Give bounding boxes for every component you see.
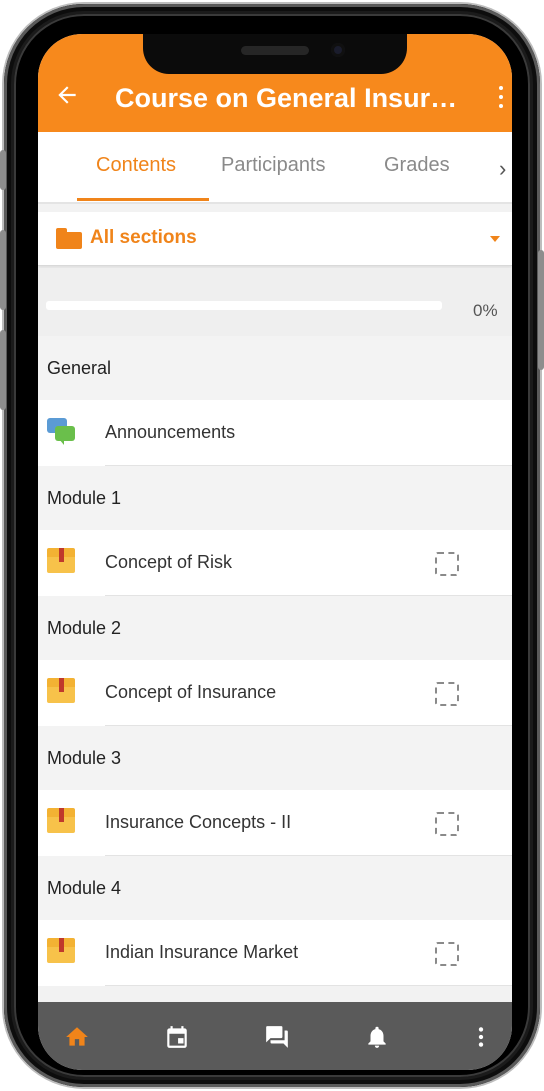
tab-grades[interactable]: Grades [384,154,450,177]
calendar-icon[interactable] [164,1024,190,1050]
more-vertical-icon[interactable] [496,86,506,112]
activity-label: Concept of Risk [105,552,233,572]
home-icon[interactable] [64,1024,90,1050]
section-header-general: General [38,336,512,400]
active-tab-indicator [77,198,209,201]
box-icon [47,548,75,576]
section-selector[interactable]: All sections [38,212,512,266]
course-progress [38,268,512,336]
bottom-navigation [38,1002,512,1070]
course-title: Course on General Insurance [115,83,467,113]
box-icon [47,808,75,836]
tab-bar: Contents Participants Grades › [38,132,512,204]
activity-concept-of-insurance[interactable]: Concept of Insurance [38,660,512,726]
activity-indian-insurance-market[interactable]: Indian Insurance Market [38,920,512,986]
completion-checkbox[interactable] [435,812,459,836]
speaker-grille [241,46,309,55]
activity-label: Insurance Concepts - II [105,812,292,832]
activity-label: Indian Insurance Market [105,942,299,962]
power-button [538,250,544,370]
section-selector-label: All sections [90,227,197,248]
course-sections-list: General Announcements Module 1 Concept o… [38,336,512,986]
app-screen: Course on General Insurance Contents Par… [38,34,512,1070]
volume-down-button [0,330,6,410]
completion-checkbox[interactable] [435,942,459,966]
section-header-module-3: Module 3 [38,726,512,790]
activity-label: Concept of Insurance [105,682,277,702]
completion-checkbox[interactable] [435,552,459,576]
progress-percentage: 0% [473,301,498,320]
tab-contents[interactable]: Contents [96,154,176,177]
phone-notch [143,34,407,74]
activity-insurance-concepts-ii[interactable]: Insurance Concepts - II [38,790,512,856]
activity-label: Announcements [105,422,236,442]
tab-participants[interactable]: Participants [221,154,326,177]
folder-icon [56,228,82,249]
chevron-right-icon[interactable]: › [499,156,506,182]
arrow-left-icon[interactable] [54,82,80,108]
box-icon [47,938,75,966]
more-vertical-icon[interactable] [468,1024,494,1050]
forum-icon [47,418,75,446]
progress-bar [46,301,442,310]
box-icon [47,678,75,706]
caret-down-icon [490,236,500,242]
messages-icon[interactable] [264,1024,290,1050]
mute-switch [0,150,6,190]
front-camera [331,43,345,57]
activity-concept-of-risk[interactable]: Concept of Risk [38,530,512,596]
section-header-module-1: Module 1 [38,466,512,530]
bell-icon[interactable] [364,1024,390,1050]
volume-up-button [0,230,6,310]
section-header-module-4: Module 4 [38,856,512,920]
completion-checkbox[interactable] [435,682,459,706]
activity-announcements[interactable]: Announcements [38,400,512,466]
section-header-module-2: Module 2 [38,596,512,660]
